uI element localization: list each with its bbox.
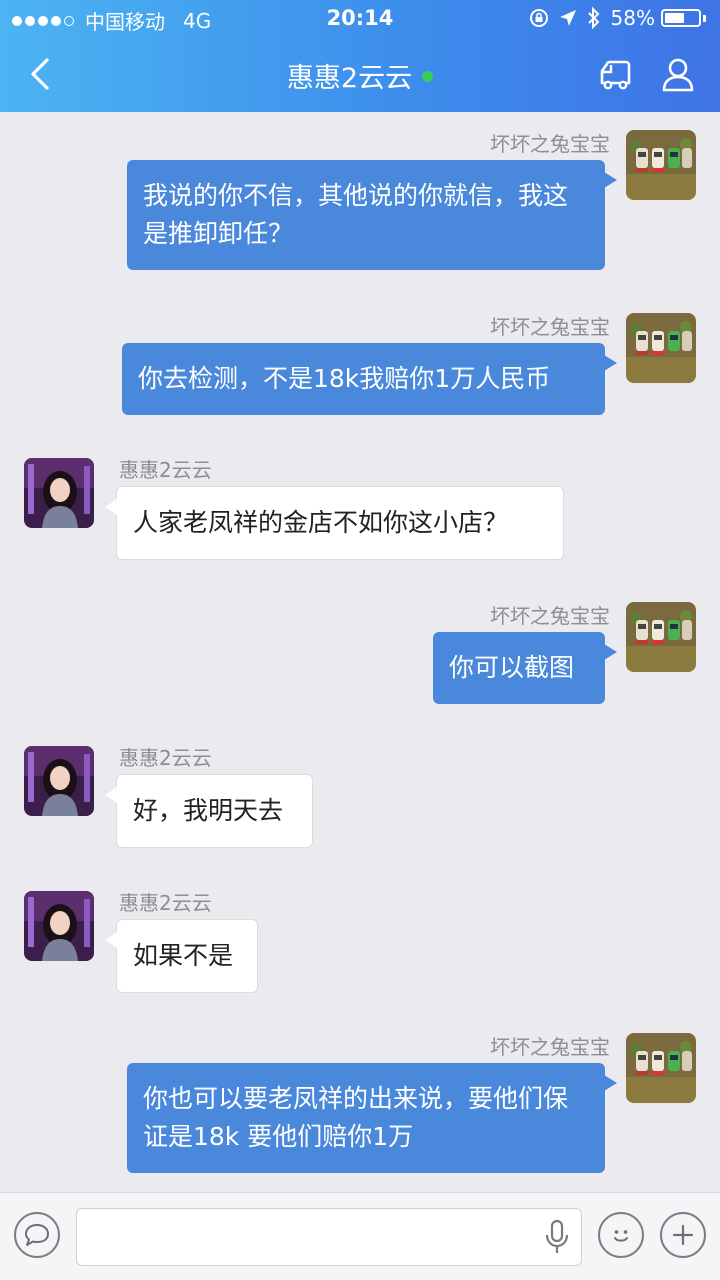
message-item: 惠惠2云云 好，我明天去	[0, 726, 720, 856]
shop-button[interactable]	[596, 54, 638, 96]
input-bar	[0, 1192, 720, 1280]
message-text: 你也可以要老凤祥的出来说，要他们保证是18k 要他们赔你1万	[143, 1084, 569, 1151]
message-text: 好，我明天去	[133, 796, 284, 825]
message-item: 惠惠2云云 如果不是	[0, 871, 720, 1001]
my-avatar[interactable]	[626, 130, 696, 200]
contact-avatar[interactable]	[24, 891, 94, 961]
sender-name: 坏坏之兔宝宝	[490, 315, 610, 339]
message-bubble-outgoing[interactable]: 你去检测，不是18k我赔你1万人民币	[122, 343, 617, 415]
message-bubble-outgoing[interactable]: 你也可以要老凤祥的出来说，要他们保证是18k 要他们赔你1万	[127, 1063, 617, 1173]
sender-name: 惠惠2云云	[119, 891, 212, 915]
sender-name: 坏坏之兔宝宝	[490, 1035, 610, 1059]
emoji-button[interactable]	[598, 1212, 644, 1258]
message-text: 你可以截图	[449, 653, 575, 682]
contact-name: 惠惠2云云	[286, 63, 413, 94]
header: 中国移动 4G 20:14 58% 惠惠2云云	[0, 0, 720, 112]
profile-button[interactable]	[657, 54, 699, 96]
speech-bubble-icon	[25, 1224, 49, 1246]
sender-name: 惠惠2云云	[119, 746, 212, 770]
status-bar: 中国移动 4G 20:14 58%	[0, 0, 720, 38]
chat-screen: 中国移动 4G 20:14 58% 惠惠2云云 坏坏之兔宝宝 我说的你不信，其他…	[0, 0, 720, 1280]
person-icon	[662, 58, 694, 92]
sender-name: 坏坏之兔宝宝	[490, 132, 610, 156]
message-text: 我说的你不信，其他说的你就信，我这是推卸卸任？	[143, 181, 569, 248]
smiley-icon	[614, 1230, 628, 1242]
microphone-button[interactable]	[540, 1217, 574, 1257]
sender-name: 惠惠2云云	[119, 458, 212, 482]
message-bubble-outgoing[interactable]: 你可以截图	[433, 632, 617, 704]
my-avatar[interactable]	[626, 313, 696, 383]
voice-mode-button[interactable]	[14, 1212, 60, 1258]
message-input[interactable]	[76, 1208, 582, 1266]
message-text: 如果不是	[133, 941, 234, 970]
message-text: 你去检测，不是18k我赔你1万人民币	[138, 364, 551, 393]
contact-avatar[interactable]	[24, 746, 94, 816]
message-item: 坏坏之兔宝宝 你也可以要老凤祥的出来说，要他们保证是18k 要他们赔你1万	[0, 1015, 720, 1185]
my-avatar[interactable]	[626, 1033, 696, 1103]
truck-icon	[600, 60, 631, 90]
message-bubble-incoming[interactable]: 好，我明天去	[105, 774, 313, 848]
battery-percent: 58%	[610, 6, 655, 30]
message-item: 坏坏之兔宝宝 你可以截图	[0, 584, 720, 709]
location-arrow-icon	[559, 9, 577, 27]
orientation-lock-icon	[529, 8, 549, 28]
message-item: 惠惠2云云 人家老凤祥的金店不如你这小店？	[0, 438, 720, 568]
sender-name: 坏坏之兔宝宝	[490, 604, 610, 628]
more-options-button[interactable]	[660, 1212, 706, 1258]
message-bubble-outgoing[interactable]: 我说的你不信，其他说的你就信，我这是推卸卸任？	[127, 160, 617, 270]
nav-bar: 惠惠2云云	[0, 38, 720, 112]
online-status-dot	[422, 71, 434, 82]
message-bubble-incoming[interactable]: 人家老凤祥的金店不如你这小店？	[105, 486, 564, 560]
message-bubble-incoming[interactable]: 如果不是	[105, 919, 258, 993]
my-avatar[interactable]	[626, 602, 696, 672]
message-text: 人家老凤祥的金店不如你这小店？	[133, 508, 509, 537]
battery-icon	[661, 9, 706, 27]
microphone-icon	[545, 1219, 569, 1253]
bluetooth-icon	[587, 7, 601, 29]
message-item: 坏坏之兔宝宝 你去检测，不是18k我赔你1万人民币	[0, 295, 720, 420]
message-item: 坏坏之兔宝宝 我说的你不信，其他说的你就信，我这是推卸卸任？	[0, 112, 720, 277]
contact-avatar[interactable]	[24, 458, 94, 528]
plus-icon	[672, 1224, 694, 1246]
message-list[interactable]: 坏坏之兔宝宝 我说的你不信，其他说的你就信，我这是推卸卸任？ 坏坏之兔宝宝 你去…	[0, 112, 720, 1192]
